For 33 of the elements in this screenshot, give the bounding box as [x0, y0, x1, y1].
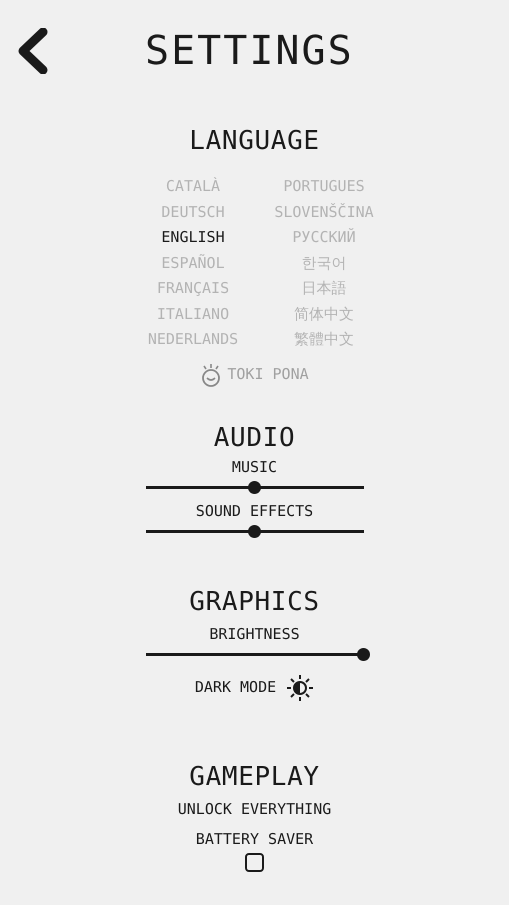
- section-heading: GRAPHICS: [189, 588, 320, 614]
- battery-saver-label: BATTERY SAVER: [196, 832, 314, 846]
- language-option[interactable]: SLOVENŠČINA: [274, 200, 374, 225]
- page-title: SETTINGS: [145, 31, 354, 71]
- language-option[interactable]: PORTUGUES: [283, 174, 365, 200]
- language-option[interactable]: FRANÇAIS: [156, 276, 230, 302]
- language-option[interactable]: TOKI PONA: [200, 362, 309, 386]
- language-option[interactable]: NEDERLANDS: [148, 327, 238, 352]
- unlock-everything-button[interactable]: UNLOCK EVERYTHING: [178, 802, 332, 816]
- language-option[interactable]: ENGLISH: [161, 225, 225, 250]
- language-option[interactable]: ITALIANO: [156, 302, 230, 327]
- slider-label: MUSIC: [232, 460, 278, 474]
- half-sun-icon: [286, 674, 314, 702]
- language-option[interactable]: 繁體中文: [294, 327, 354, 352]
- language-option[interactable]: CATALÀ: [166, 174, 220, 200]
- section-heading: LANGUAGE: [189, 128, 320, 154]
- section-heading: AUDIO: [214, 424, 296, 450]
- language-option[interactable]: ESPAÑOL: [161, 250, 225, 276]
- slider-label: BRIGHTNESS: [209, 626, 300, 642]
- language-option[interactable]: DEUTSCH: [161, 200, 225, 225]
- slider-label: SOUND EFFECTS: [196, 504, 314, 518]
- language-option[interactable]: 한국어: [302, 250, 346, 276]
- slider-thumb[interactable]: [248, 525, 261, 538]
- slider-thumb[interactable]: [357, 648, 370, 661]
- smiley-icon: [200, 362, 222, 386]
- battery-saver-checkbox[interactable]: [245, 852, 264, 872]
- dark-mode-toggle[interactable]: DARK MODE: [194, 674, 314, 702]
- back-icon: [17, 28, 49, 74]
- language-option[interactable]: 日本語: [302, 276, 346, 302]
- section-heading: GAMEPLAY: [189, 764, 320, 790]
- slider-thumb[interactable]: [248, 481, 261, 494]
- language-option[interactable]: РУССКИЙ: [292, 225, 356, 250]
- language-option[interactable]: 简体中文: [294, 302, 354, 327]
